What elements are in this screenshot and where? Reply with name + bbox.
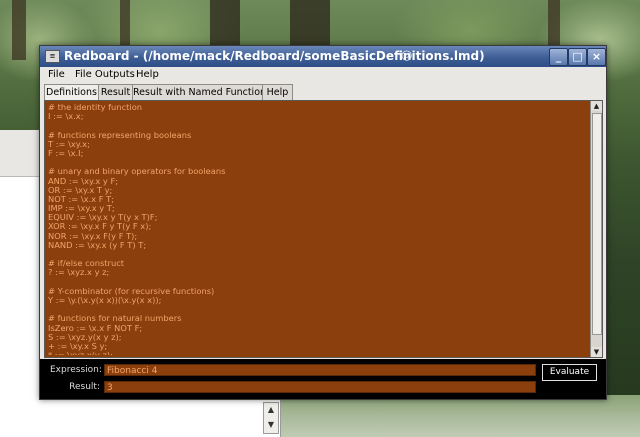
sticky-icon: ◎ [401, 48, 413, 63]
scroll-down-arrow-icon[interactable]: ▼ [591, 347, 602, 357]
code-line: ? := \xyz.x y z; [48, 267, 110, 278]
code-line: IsZero := \x.x F NOT F; [48, 322, 143, 333]
code-line: OR := \xy.x T y; [48, 184, 113, 195]
scroll-up-arrow-icon[interactable]: ▲ [264, 404, 278, 416]
code-line: NOT := \x.x F T; [48, 193, 114, 204]
background-window-scrollbar[interactable]: ▲ ▼ [263, 402, 279, 434]
title-bar[interactable]: ≡ Redboard - (/home/mack/Redboard/someBa… [40, 46, 606, 67]
code-line: # if/else construct [48, 258, 125, 269]
definitions-editor[interactable]: # the identity function I := \x.x; # funct… [44, 100, 603, 358]
window-title: Redboard - (/home/mack/Redboard/someBasi… [64, 49, 485, 63]
menu-file-outputs[interactable]: File Outputs [75, 69, 135, 80]
code-line: T := \xy.x; [48, 138, 90, 149]
code-line: # the identity function [48, 103, 143, 112]
code-line: + := \xy.x S y; [48, 340, 108, 351]
evaluate-button[interactable]: Evaluate [542, 364, 597, 381]
expression-label: Expression: [50, 365, 102, 375]
code-line: NAND := \xy.x (y F T) T; [48, 239, 147, 250]
code-line: S := \xyz.y(x y z); [48, 331, 122, 342]
code-line: # unary and binary operators for boolean… [48, 166, 226, 177]
code-line: AND := \xy.x y F; [48, 175, 119, 186]
scrollbar-thumb[interactable] [592, 113, 602, 335]
scroll-up-arrow-icon[interactable]: ▲ [591, 101, 602, 111]
code-line: F := \x.I; [48, 147, 84, 158]
result-field: 3 [104, 381, 536, 393]
tab-help[interactable]: Help [262, 84, 293, 100]
minimize-button[interactable]: _ [549, 48, 568, 66]
result-label: Result: [69, 382, 100, 392]
scroll-down-arrow-icon[interactable]: ▼ [264, 419, 278, 431]
redboard-window: ≡ Redboard - (/home/mack/Redboard/someBa… [39, 45, 607, 400]
code-line: * := \xyz.x(y z); [48, 350, 586, 355]
menu-help[interactable]: Help [136, 69, 159, 80]
background-tree-trunk [12, 0, 26, 60]
evaluation-panel: Expression: Fibonacci 4 Result: 3 Evalua… [40, 359, 606, 399]
close-button[interactable]: × [587, 48, 606, 66]
tab-definitions[interactable]: Definitions [44, 84, 99, 101]
code-line: Y := \y.(\x.y(x x))(\x.y(x x)); [48, 294, 162, 305]
code-text-area[interactable]: # the identity function I := \x.x; # funct… [48, 103, 586, 355]
desktop-ground [280, 395, 640, 437]
code-line: # functions representing booleans [48, 129, 192, 140]
expression-input[interactable]: Fibonacci 4 [104, 364, 536, 376]
tab-result[interactable]: Result [98, 84, 133, 100]
maximize-button[interactable]: □ [568, 48, 587, 66]
menu-file[interactable]: File [48, 69, 65, 80]
background-tree-trunk [290, 0, 330, 45]
tab-result-named-functions[interactable]: Result with Named Functions [132, 84, 271, 100]
app-icon[interactable]: ≡ [45, 50, 60, 63]
editor-scrollbar[interactable]: ▲ ▼ [590, 101, 602, 357]
menu-bar: File File Outputs Help [40, 67, 606, 83]
code-line: I := \x.x; [48, 111, 84, 122]
